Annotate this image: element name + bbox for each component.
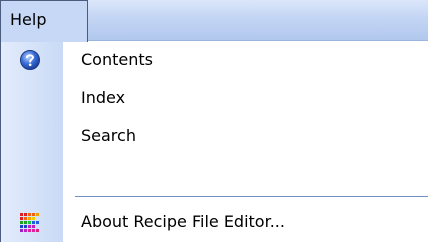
menu-item-label: Contents [81, 50, 153, 69]
menu-help[interactable]: Help [0, 0, 88, 42]
menu-item-contents[interactable]: Contents [1, 41, 428, 79]
menu-item-about[interactable]: About Recipe File Editor... [1, 203, 428, 241]
help-dropdown-menu: Contents Index Search About Recipe File … [0, 41, 428, 242]
menu-item-label: About Recipe File Editor... [81, 212, 285, 231]
app-grid-icon [19, 211, 41, 233]
menu-item-index[interactable]: Index [1, 79, 428, 117]
help-question-icon [19, 49, 41, 71]
menu-item-label: Index [81, 88, 126, 107]
menu-separator [75, 196, 428, 197]
menu-item-label: Search [81, 126, 136, 145]
menu-item-search[interactable]: Search [1, 117, 428, 155]
